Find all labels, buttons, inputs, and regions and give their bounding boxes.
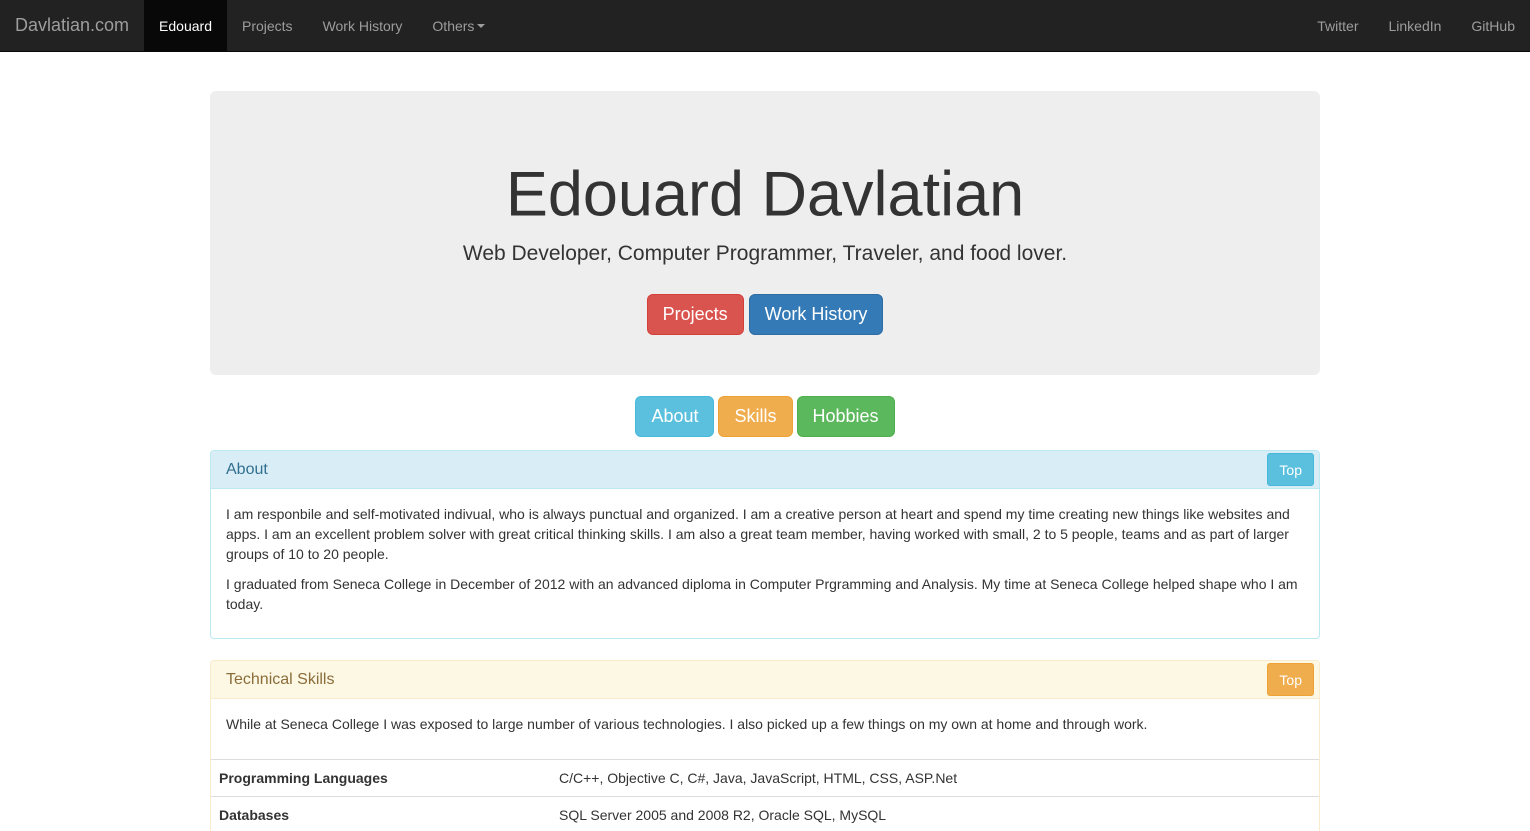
skills-top-button[interactable]: Top — [1267, 663, 1314, 696]
about-button[interactable]: About — [635, 396, 715, 437]
nav-item-projects[interactable]: Projects — [227, 0, 308, 51]
work-history-button[interactable]: Work History — [748, 294, 884, 335]
about-panel: About Top I am responbile and self-motiv… — [210, 450, 1320, 639]
skills-button[interactable]: Skills — [718, 396, 793, 437]
skill-label: Programming Languages — [211, 759, 551, 797]
skills-panel: Technical Skills Top While at Seneca Col… — [210, 660, 1320, 831]
hero-subtitle: Web Developer, Computer Programmer, Trav… — [462, 242, 1068, 265]
hero-buttons: Projects Work History — [210, 294, 1320, 335]
navbar-right: Twitter LinkedIn GitHub — [1302, 0, 1530, 51]
nav-item-edouard[interactable]: Edouard — [144, 0, 227, 51]
section-nav-buttons: About Skills Hobbies — [0, 396, 1530, 437]
nav-item-twitter[interactable]: Twitter — [1302, 0, 1373, 51]
about-paragraph: I graduated from Seneca College in Decem… — [226, 576, 1298, 612]
about-panel-heading: About Top — [211, 451, 1319, 489]
skills-panel-title: Technical Skills — [226, 670, 335, 688]
skill-label: Databases — [211, 796, 551, 831]
hero-jumbotron: Edouard Davlatian Web Developer, Compute… — [210, 91, 1320, 375]
about-top-button[interactable]: Top — [1267, 453, 1314, 486]
brand-link[interactable]: Davlatian.com — [0, 0, 144, 51]
nav-item-linkedin[interactable]: LinkedIn — [1373, 0, 1456, 51]
skill-value: C/C++, Objective C, C#, Java, JavaScript… — [551, 759, 1319, 797]
about-paragraph: I am responbile and self-motivated indiv… — [226, 506, 1290, 562]
nav-item-others-label: Others — [432, 17, 475, 34]
skills-table: Programming Languages C/C++, Objective C… — [211, 759, 1319, 831]
table-row: Programming Languages C/C++, Objective C… — [211, 759, 1319, 797]
about-panel-body: I am responbile and self-motivated indiv… — [211, 489, 1319, 638]
skills-panel-heading: Technical Skills Top — [211, 661, 1319, 699]
nav-item-github[interactable]: GitHub — [1456, 0, 1530, 51]
hobbies-button[interactable]: Hobbies — [796, 396, 895, 437]
hero-title: Edouard Davlatian — [505, 159, 1025, 230]
caret-down-icon — [477, 23, 486, 28]
about-panel-title: About — [226, 460, 268, 478]
nav-item-work-history[interactable]: Work History — [308, 0, 418, 51]
nav-item-others-dropdown[interactable]: Others — [417, 0, 500, 51]
page: Davlatian.com Edouard Projects Work Hist… — [0, 0, 1530, 831]
top-navbar: Davlatian.com Edouard Projects Work Hist… — [0, 0, 1530, 52]
skills-intro: While at Seneca College I was exposed to… — [226, 716, 1148, 732]
skill-value: SQL Server 2005 and 2008 R2, Oracle SQL,… — [551, 796, 1319, 831]
projects-button[interactable]: Projects — [646, 294, 744, 335]
skills-panel-body: While at Seneca College I was exposed to… — [211, 699, 1319, 759]
table-row: Databases SQL Server 2005 and 2008 R2, O… — [211, 796, 1319, 831]
